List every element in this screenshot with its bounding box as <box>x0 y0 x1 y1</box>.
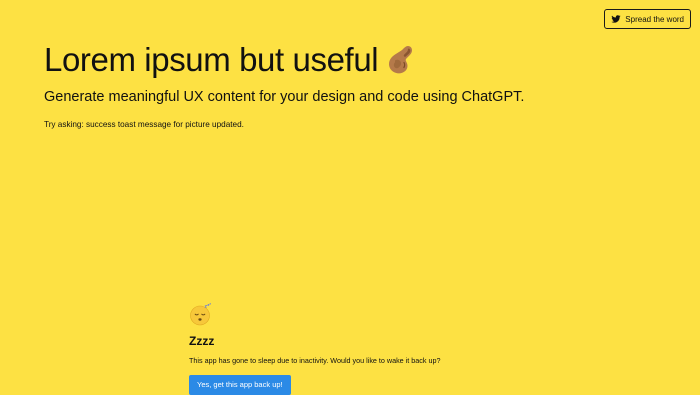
page-subheadline: Generate meaningful UX content for your … <box>44 89 525 105</box>
spread-the-word-label: Spread the word <box>625 14 684 24</box>
twitter-bird-icon <box>611 14 621 24</box>
wake-app-button[interactable]: Yes, get this app back up! <box>189 375 291 395</box>
spread-the-word-button[interactable]: Spread the word <box>604 9 691 29</box>
sleep-notice: z z z Zzzz This app has gone to sleep du… <box>189 302 489 395</box>
pinching-hand-emoji-icon <box>384 42 420 78</box>
sleeping-face-emoji-icon: z z z <box>189 302 213 326</box>
page-title: Lorem ipsum but useful <box>44 41 379 78</box>
sleep-message: This app has gone to sleep due to inacti… <box>189 356 441 365</box>
sleep-title: Zzzz <box>189 334 215 348</box>
svg-text:z: z <box>209 302 211 306</box>
headline-row: Lorem ipsum but useful <box>44 40 640 80</box>
example-hint-text: Try asking: success toast message for pi… <box>44 120 244 129</box>
hero-section: Lorem ipsum but useful Generate meaningf… <box>44 40 640 130</box>
